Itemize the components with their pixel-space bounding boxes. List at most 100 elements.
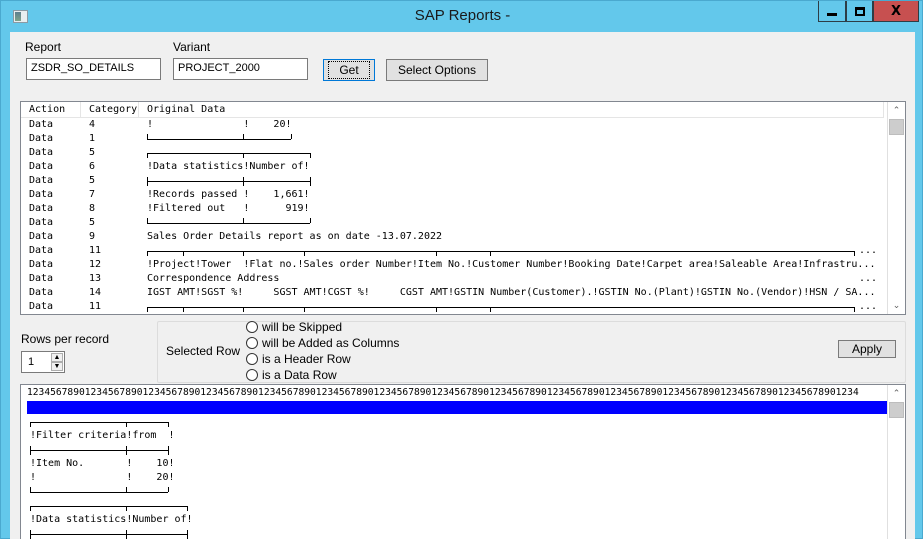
cell-action: Data [29, 175, 54, 186]
cell-action: Data [29, 147, 54, 158]
apply-button[interactable]: Apply [838, 340, 896, 358]
frame-tick [126, 530, 128, 539]
preview-line[interactable] [30, 499, 193, 513]
maximize-button[interactable] [846, 1, 873, 22]
frame-tick [186, 506, 188, 511]
rows-per-record-stepper[interactable]: 1 ▲ ▼ [21, 351, 65, 373]
frame-tick [30, 422, 31, 427]
title-bar[interactable]: SAP Reports - X [1, 1, 923, 32]
scroll-thumb[interactable] [889, 119, 904, 135]
minimize-button[interactable] [818, 1, 846, 22]
frame-tick [303, 251, 305, 256]
cell-category: 14 [89, 287, 102, 298]
preview-line[interactable]: !Data statistics!Number of! [30, 513, 193, 527]
close-button[interactable]: X [873, 1, 919, 22]
variant-input[interactable]: PROJECT_2000 [173, 58, 308, 80]
preview-line[interactable]: !Filter criteria!from ! [30, 429, 193, 443]
preview-line[interactable]: ! ! 20! [30, 471, 193, 485]
radio-will-be-skipped[interactable]: will be Skipped [246, 320, 342, 334]
preview-line[interactable] [30, 415, 193, 429]
radio-data-row[interactable]: is a Data Row [246, 368, 337, 382]
cell-action: Data [29, 217, 54, 228]
table-row[interactable]: Data 5 [21, 216, 884, 230]
frame-line [147, 244, 855, 258]
table-row[interactable]: Data 6 !Data statistics!Number of! [21, 160, 884, 174]
table-row[interactable]: Data 1 [21, 132, 884, 146]
frame-tick [168, 422, 170, 427]
preview-line[interactable]: !Item No. ! 10! [30, 457, 193, 471]
frame-line [147, 146, 311, 160]
radio-circle-icon [246, 353, 258, 365]
scroll-up-icon[interactable]: ⌃ [888, 385, 905, 402]
cell-action: Data [29, 301, 54, 312]
select-options-button[interactable]: Select Options [386, 59, 488, 81]
selected-line-highlight[interactable] [27, 401, 887, 414]
table-row[interactable]: Data 9 Sales Order Details report as on da… [21, 230, 884, 244]
report-input[interactable]: ZSDR_SO_DETAILS [26, 58, 161, 80]
truncation-ellipsis: ... [859, 273, 878, 284]
scroll-thumb[interactable] [889, 402, 904, 418]
table-row[interactable]: Data 5 [21, 174, 884, 188]
preview-line[interactable] [30, 527, 193, 539]
table-row[interactable]: Data 13 Correspondence Address... [21, 272, 884, 286]
radio-added-as-columns[interactable]: will be Added as Columns [246, 336, 399, 350]
table-vertical-scrollbar[interactable]: ⌃ ⌄ [887, 102, 905, 314]
preview-line[interactable] [30, 443, 193, 457]
column-ruler: 1234567890123456789012345678901234567890… [27, 387, 859, 398]
cell-category: 7 [89, 189, 96, 200]
cell-original-data: !Filtered out ! 919! [147, 203, 310, 214]
frame-tick [147, 153, 148, 158]
frame-line [147, 216, 311, 230]
spin-down-icon[interactable]: ▼ [51, 362, 63, 371]
frame-tick [126, 446, 128, 455]
column-header-category[interactable]: Category [81, 102, 139, 117]
radio-label: will be Added as Columns [262, 336, 400, 350]
preview-line[interactable] [30, 485, 193, 499]
frame-tick [30, 446, 31, 455]
cell-category: 13 [89, 273, 102, 284]
cell-category: 11 [89, 301, 102, 312]
preview-vertical-scrollbar[interactable]: ⌃ [887, 385, 905, 539]
table-row[interactable]: Data 5 [21, 146, 884, 160]
radio-circle-icon [246, 369, 258, 381]
cell-category: 5 [89, 175, 96, 186]
radio-label: is a Data Row [262, 368, 337, 382]
table-row[interactable]: Data 7 !Records passed ! 1,661! [21, 188, 884, 202]
table-row[interactable]: Data 14 IGST AMT!SGST %! SGST AMT!CGST %! … [21, 286, 884, 300]
maximize-icon [854, 6, 865, 16]
spin-up-icon[interactable]: ▲ [51, 353, 63, 362]
cell-original-data: !Project!Tower !Flat no.!Sales order Num… [147, 259, 876, 270]
radio-circle-icon [246, 321, 258, 333]
radio-circle-icon [246, 337, 258, 349]
table-row[interactable]: Data 4 ! ! 20! [21, 118, 884, 132]
cell-category: 12 [89, 259, 102, 270]
table-row[interactable]: Data 8 !Filtered out ! 919! [21, 202, 884, 216]
client-area: Report ZSDR_SO_DETAILS Variant PROJECT_2… [10, 32, 915, 539]
frame-tick [243, 177, 245, 186]
scroll-up-icon[interactable]: ⌃ [888, 102, 905, 119]
frame-line [30, 415, 170, 429]
column-header-action[interactable]: Action [21, 102, 81, 117]
column-header-original-data[interactable]: Original Data [139, 102, 884, 117]
rows-per-record-value[interactable]: 1 [28, 356, 34, 368]
scroll-down-icon[interactable]: ⌄ [888, 297, 905, 314]
frame-tick [435, 251, 437, 256]
cell-action: Data [29, 245, 54, 256]
table-row[interactable]: Data 12 !Project!Tower !Flat no.!Sales ord… [21, 258, 884, 272]
get-button[interactable]: Get [323, 59, 375, 81]
table-row[interactable]: Data 11... [21, 244, 884, 258]
table-row[interactable]: Data 11... [21, 300, 884, 314]
frame-tick [243, 251, 245, 256]
cell-category: 6 [89, 161, 96, 172]
frame-tick [291, 134, 293, 139]
radio-header-row[interactable]: is a Header Row [246, 352, 351, 366]
raw-text-preview[interactable]: 1234567890123456789012345678901234567890… [20, 384, 906, 539]
frame-tick [490, 251, 492, 256]
cell-original-data: ! ! 20! [147, 119, 292, 130]
radio-label: will be Skipped [262, 320, 343, 334]
cell-category: 9 [89, 231, 96, 242]
frame-tick [303, 307, 305, 312]
frame-tick [147, 251, 148, 256]
frame-line [30, 527, 188, 539]
original-data-table[interactable]: Action Category Original Data Data 4 ! ! 2… [20, 101, 906, 315]
